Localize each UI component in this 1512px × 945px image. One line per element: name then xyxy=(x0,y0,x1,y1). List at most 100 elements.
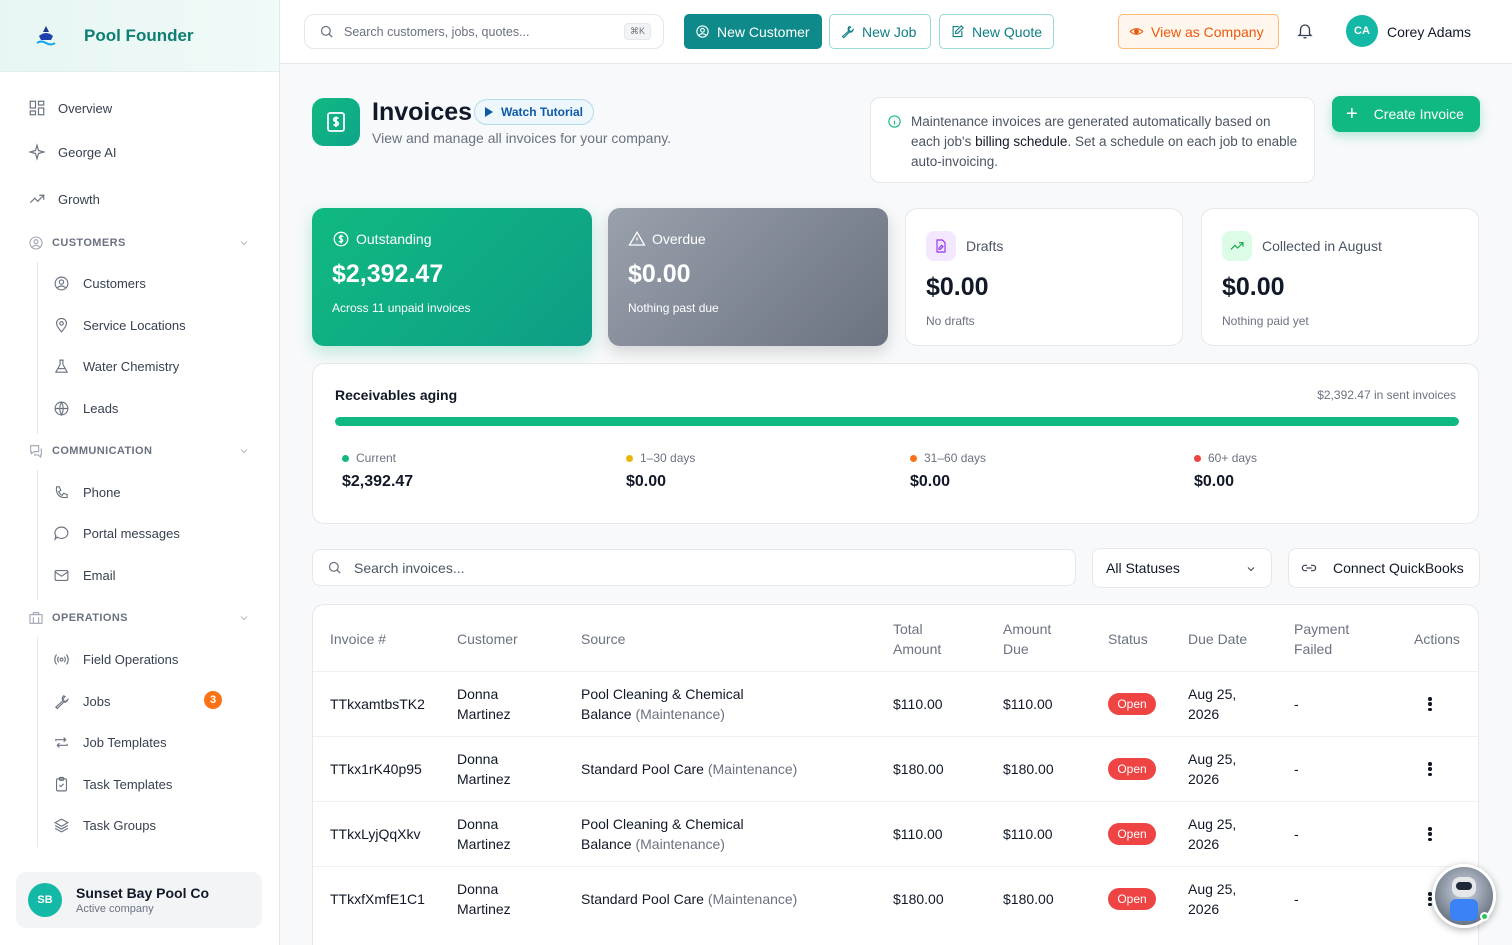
robot-visor xyxy=(1456,882,1472,890)
sidebar-item-label: Growth xyxy=(58,191,100,207)
text-line: Aug 25, xyxy=(1188,816,1237,832)
bucket-value: $0.00 xyxy=(910,473,951,490)
sidebar-item-george-ai[interactable]: George AI xyxy=(28,142,117,162)
sidebar-item-jobs[interactable]: Jobs xyxy=(53,691,110,711)
new-quote-label: New Quote xyxy=(972,23,1043,40)
collected-label: Collected in August xyxy=(1262,238,1382,254)
more-actions-icon[interactable] xyxy=(1428,697,1432,711)
sidebar-item-task-templates[interactable]: Task Templates xyxy=(53,774,172,794)
overdue-card[interactable]: Overdue $0.00 Nothing past due xyxy=(608,208,888,346)
invoice-number[interactable]: TTkxamtbsTK2 xyxy=(330,694,425,714)
sidebar-item-task-groups[interactable]: Task Groups xyxy=(53,815,156,835)
outstanding-amount: $2,392.47 xyxy=(332,260,444,288)
sidebar-item-job-templates[interactable]: Job Templates xyxy=(53,732,167,752)
sidebar-item-email[interactable]: Email xyxy=(53,565,116,585)
watch-tutorial-button[interactable]: Watch Tutorial xyxy=(474,99,594,125)
global-search-placeholder: Search customers, jobs, quotes... xyxy=(344,24,530,39)
col-header-amount-due[interactable]: Amount Due xyxy=(1003,619,1051,659)
col-header-source[interactable]: Source xyxy=(581,629,625,649)
table-row[interactable]: TTkxfXmfE1C1 Donna Martinez Standard Pool… xyxy=(313,866,1478,931)
status-dot xyxy=(342,454,349,462)
col-header-payment-failed[interactable]: Payment Failed xyxy=(1294,619,1349,659)
drafts-sub: No drafts xyxy=(926,314,975,328)
create-invoice-button[interactable]: + Create Invoice xyxy=(1332,96,1480,132)
text-line: Pool Cleaning & Chemical xyxy=(581,816,744,832)
sidebar-item-water-chemistry[interactable]: Water Chemistry xyxy=(53,356,179,376)
customer-name[interactable]: Donna Martinez xyxy=(457,814,511,854)
customer-name[interactable]: Donna Martinez xyxy=(457,684,511,724)
jobs-count-badge: 3 xyxy=(204,691,222,709)
sidebar-item-phone[interactable]: Phone xyxy=(53,482,121,502)
section-communication[interactable]: COMMUNICATION xyxy=(28,442,250,460)
more-actions-icon[interactable] xyxy=(1428,827,1432,841)
text-line: Aug 25, xyxy=(1188,686,1237,702)
search-icon xyxy=(320,25,333,38)
sidebar-item-customers[interactable]: Customers xyxy=(53,273,146,293)
col-header-actions: Actions xyxy=(1414,631,1460,647)
section-operations[interactable]: OPERATIONS xyxy=(28,609,250,627)
text-line: Martinez xyxy=(457,771,511,787)
pool-founder-logo-icon xyxy=(36,25,56,45)
company-switcher[interactable]: SB Sunset Bay Pool Co Active company xyxy=(16,872,262,928)
ai-assistant-avatar[interactable] xyxy=(1432,864,1496,928)
global-search-input[interactable]: Search customers, jobs, quotes... ⌘K xyxy=(304,14,664,49)
more-actions-icon[interactable] xyxy=(1428,762,1432,776)
outstanding-label: Outstanding xyxy=(356,231,432,247)
overdue-amount: $0.00 xyxy=(628,260,691,288)
plus-icon: + xyxy=(1346,103,1358,125)
chevron-down-icon xyxy=(1247,567,1255,572)
new-customer-button[interactable]: New Customer xyxy=(684,14,822,49)
col-header-invoice[interactable]: Invoice # xyxy=(330,629,386,649)
new-quote-button[interactable]: New Quote xyxy=(939,14,1054,49)
sidebar-item-field-operations[interactable]: Field Operations xyxy=(53,649,178,669)
status-dot xyxy=(910,454,917,462)
invoice-number[interactable]: TTkx1rK40p95 xyxy=(330,759,422,779)
col-header-due-date[interactable]: Due Date xyxy=(1188,629,1247,649)
table-row[interactable]: TTkxLyjQqXkv Donna Martinez Pool Cleaning… xyxy=(313,801,1478,866)
due-date: Aug 25, 2026 xyxy=(1188,749,1236,789)
section-label: CUSTOMERS xyxy=(52,237,126,249)
table-row[interactable]: TTkxamtbsTK2 Donna Martinez Pool Cleaning… xyxy=(313,671,1478,736)
drafts-label: Drafts xyxy=(966,238,1004,254)
new-job-label: New Job xyxy=(862,23,917,40)
status-badge: Open xyxy=(1108,888,1156,910)
user-avatar[interactable]: CA xyxy=(1346,15,1378,47)
status-filter-select[interactable]: All Statuses xyxy=(1092,548,1272,588)
col-header-total-amount[interactable]: Total Amount xyxy=(893,619,941,659)
collected-card[interactable]: Collected in August $0.00 Nothing paid y… xyxy=(1201,208,1479,346)
customer-name[interactable]: Donna Martinez xyxy=(457,749,511,789)
section-customers[interactable]: CUSTOMERS xyxy=(28,234,250,252)
connect-quickbooks-button[interactable]: Connect QuickBooks xyxy=(1288,548,1480,588)
invoice-number[interactable]: TTkxfXmfE1C1 xyxy=(330,889,425,909)
sidebar-item-overview[interactable]: Overview xyxy=(28,98,112,118)
sidebar-item-portal-messages[interactable]: Portal messages xyxy=(53,523,180,543)
chevron-down-icon xyxy=(240,616,248,621)
new-job-button[interactable]: New Job xyxy=(829,14,931,49)
user-name[interactable]: Corey Adams xyxy=(1387,24,1471,40)
sidebar-item-label: Customers xyxy=(83,275,146,291)
bucket-value: $0.00 xyxy=(626,473,667,490)
search-icon xyxy=(328,561,341,574)
bell-icon[interactable] xyxy=(1296,22,1314,40)
section-label: OPERATIONS xyxy=(52,612,128,624)
customer-name[interactable]: Donna Martinez xyxy=(457,879,511,919)
col-header-status[interactable]: Status xyxy=(1108,629,1148,649)
invoice-search-input[interactable]: Search invoices... xyxy=(312,549,1076,586)
view-as-company-button[interactable]: View as Company xyxy=(1118,14,1279,49)
col-header-customer[interactable]: Customer xyxy=(457,629,518,649)
sidebar-item-growth[interactable]: Growth xyxy=(28,189,100,209)
sidebar-item-service-locations[interactable]: Service Locations xyxy=(53,315,186,335)
dollar-circle-icon xyxy=(333,231,349,247)
bucket-value: $0.00 xyxy=(1194,473,1235,490)
aging-progress-fill xyxy=(335,417,1459,426)
drafts-card[interactable]: Drafts $0.00 No drafts xyxy=(905,208,1183,346)
trending-up-icon xyxy=(29,194,45,204)
table-row[interactable]: TTkx1rK40p95 Donna Martinez Standard Pool… xyxy=(313,736,1478,801)
text-line: Donna xyxy=(457,881,499,897)
outstanding-card[interactable]: Outstanding $2,392.47 Across 11 unpaid i… xyxy=(312,208,592,346)
amount-due: $110.00 xyxy=(1003,696,1053,712)
invoice-number[interactable]: TTkxLyjQqXkv xyxy=(330,824,421,844)
sidebar-item-leads[interactable]: Leads xyxy=(53,398,118,418)
brand-header[interactable]: Pool Founder xyxy=(0,0,279,72)
sidebar-item-label: Phone xyxy=(83,484,121,500)
